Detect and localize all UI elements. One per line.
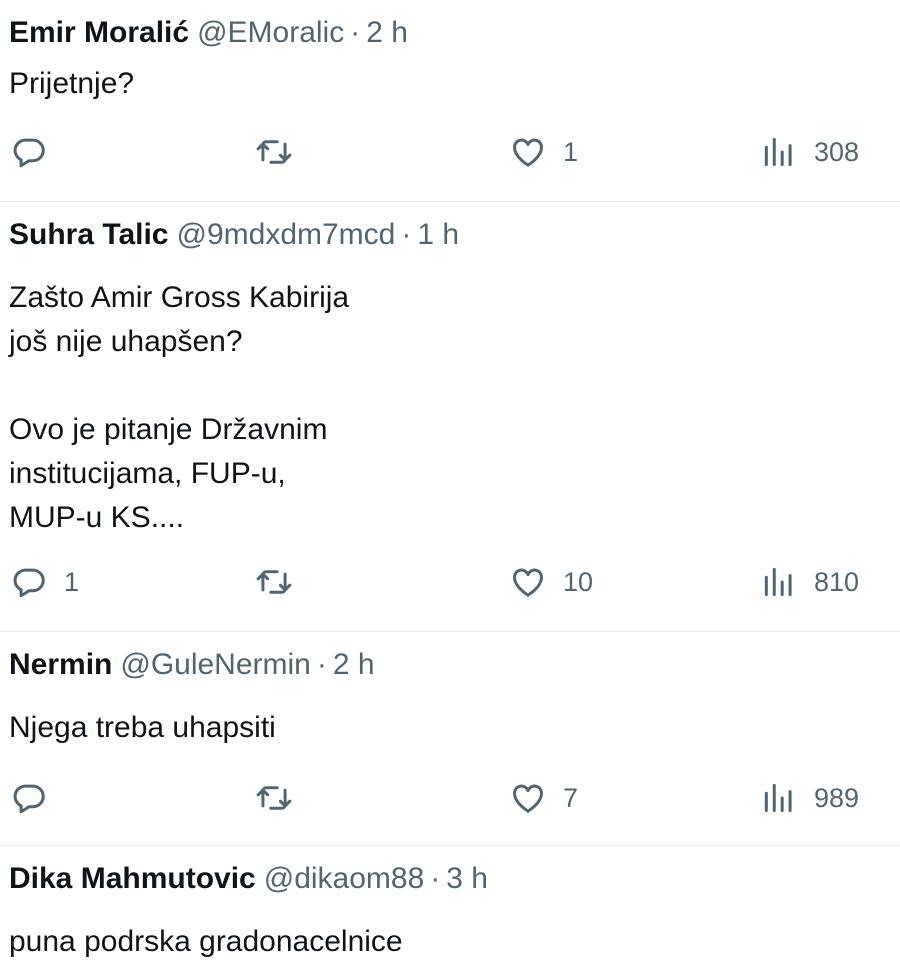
bar-chart-icon [760,133,798,171]
reply-item[interactable]: Suhra Talic @9mdxdm7mcd · 1 h Zašto Amir Gr… [0,202,900,632]
reply-item[interactable]: Nermin @GuleNermin · 2 h Njega treba uhapsi… [0,632,900,846]
retweet-button[interactable] [255,130,293,174]
retweet-button[interactable] [255,560,293,604]
views-button[interactable]: 308 [760,130,859,174]
timestamp[interactable]: 2 h [333,648,375,681]
views-button[interactable]: 810 [760,560,859,604]
reply-feed: Emir Moralić @EMoralic · 2 h Prijetnje? 1 [0,0,900,971]
like-count: 10 [563,566,594,597]
retweet-icon [255,563,293,601]
reply-button[interactable]: 1 [10,560,79,604]
author-handle[interactable]: @EMoralic [197,16,344,49]
author-name[interactable]: Dika Mahmutovic [9,862,256,895]
action-bar: 1 308 [0,130,900,174]
action-bar: 7 989 [0,776,900,820]
speech-bubble-icon [10,779,48,817]
reply-header: Suhra Talic @9mdxdm7mcd · 1 h [9,216,459,254]
reply-text: Prijetnje? [9,67,135,100]
retweet-button[interactable] [255,776,293,820]
reply-button[interactable] [10,130,48,174]
reply-header: Emir Moralić @EMoralic · 2 h [9,14,408,52]
heart-icon [509,779,547,817]
separator: · [316,648,327,681]
separator: · [350,16,361,49]
reply-header: Nermin @GuleNermin · 2 h [9,646,375,684]
view-count: 308 [814,136,860,167]
reply-text: puna podrska gradonacelnice [9,925,403,958]
bar-chart-icon [760,563,798,601]
reply-text: Njega treba uhapsiti [9,711,276,744]
separator: · [401,218,412,251]
author-handle[interactable]: @GuleNermin [120,648,311,681]
author-handle[interactable]: @9mdxdm7mcd [177,218,396,251]
heart-icon [509,133,547,171]
separator: · [430,862,441,895]
like-button[interactable]: 10 [509,560,593,604]
reply-button[interactable] [10,776,48,820]
like-count: 1 [563,136,579,167]
reply-item[interactable]: Emir Moralić @EMoralic · 2 h Prijetnje? 1 [0,0,900,202]
views-button[interactable]: 989 [760,776,859,820]
speech-bubble-icon [10,133,48,171]
like-count: 7 [563,782,579,813]
timestamp[interactable]: 3 h [446,862,488,895]
author-name[interactable]: Suhra Talic [9,218,169,251]
view-count: 810 [814,566,860,597]
like-button[interactable]: 1 [509,130,578,174]
like-button[interactable]: 7 [509,776,578,820]
bar-chart-icon [760,779,798,817]
retweet-icon [255,779,293,817]
timestamp[interactable]: 2 h [366,16,408,49]
author-handle[interactable]: @dikaom88 [264,862,425,895]
reply-item[interactable]: Dika Mahmutovic @dikaom88 · 3 h puna podrsk… [0,846,900,971]
timestamp[interactable]: 1 h [417,218,459,251]
action-bar: 1 10 810 [0,560,900,604]
author-name[interactable]: Nermin [9,648,112,681]
speech-bubble-icon [10,563,48,601]
retweet-icon [255,133,293,171]
reply-text: Zašto Amir Gross Kabirija još nije uhapš… [9,281,350,534]
author-name[interactable]: Emir Moralić [9,16,189,49]
heart-icon [509,563,547,601]
reply-count: 1 [64,566,80,597]
view-count: 989 [814,782,860,813]
reply-header: Dika Mahmutovic @dikaom88 · 3 h [9,860,488,898]
